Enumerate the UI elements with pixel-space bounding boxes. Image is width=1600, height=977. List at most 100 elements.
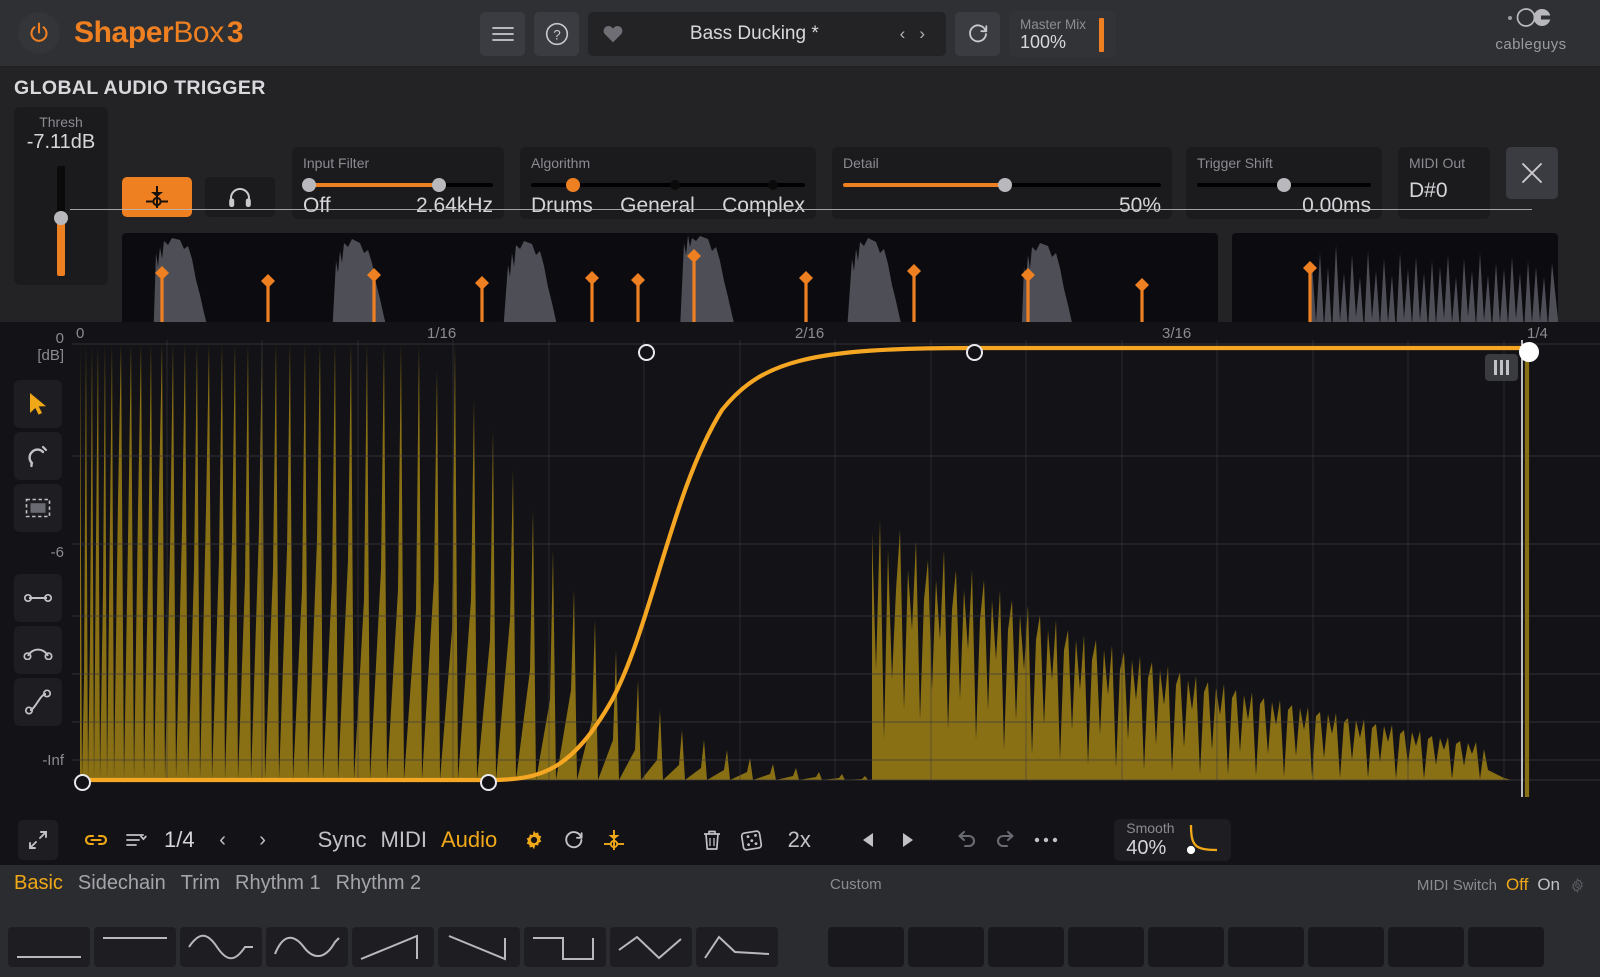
close-panel-button[interactable] (1506, 147, 1558, 199)
custom-slot-6[interactable] (1228, 927, 1304, 967)
marquee-tool[interactable] (14, 484, 62, 532)
threshold-fill (57, 220, 65, 276)
input-filter-low-knob[interactable] (302, 178, 316, 192)
preset-selector[interactable]: Bass Ducking * ‹ › (588, 12, 946, 56)
preset-name: Bass Ducking * (616, 23, 893, 45)
shape-flat-high-button[interactable] (94, 927, 176, 967)
tab-rhythm-1[interactable]: Rhythm 1 (235, 872, 321, 895)
algorithm-slider[interactable] (531, 177, 805, 191)
custom-slot-7[interactable] (1308, 927, 1384, 967)
envelope-graph-canvas[interactable]: 0 1/16 2/16 3/16 1/4 (72, 322, 1600, 815)
multiply-button[interactable]: 2x (772, 820, 826, 860)
expand-button[interactable] (18, 820, 58, 860)
tab-rhythm-2[interactable]: Rhythm 2 (336, 872, 422, 895)
gat-title: GLOBAL AUDIO TRIGGER (14, 77, 266, 100)
trigger-shift-slider[interactable] (1197, 177, 1371, 191)
shape-saw-decay-button[interactable] (696, 927, 778, 967)
midi-switch-on[interactable]: On (1537, 875, 1560, 895)
preset-prev-button[interactable]: ‹ (893, 24, 913, 44)
input-filter-high-knob[interactable] (432, 178, 446, 192)
custom-slot-1[interactable] (828, 927, 904, 967)
detail-slider[interactable] (843, 177, 1161, 191)
shape-ramp-down-button[interactable] (438, 927, 520, 967)
custom-slot-5[interactable] (1148, 927, 1224, 967)
custom-slot-8[interactable] (1388, 927, 1464, 967)
tab-sidechain[interactable]: Sidechain (78, 872, 166, 895)
help-button[interactable]: ? (534, 12, 579, 56)
master-mix-control[interactable]: Master Mix 100% (1009, 11, 1116, 57)
undo-button[interactable] (946, 820, 986, 860)
rate-prev-button[interactable]: ‹ (203, 820, 243, 860)
algorithm-option-complex[interactable]: Complex (722, 194, 805, 218)
play-reverse-button[interactable] (848, 820, 888, 860)
pointer-tool[interactable] (14, 380, 62, 428)
shape-flat-high-icon (99, 932, 171, 962)
curve-node-1[interactable] (638, 344, 655, 361)
menu-button[interactable] (480, 12, 525, 56)
detail-knob[interactable] (998, 178, 1012, 192)
delete-button[interactable] (692, 820, 732, 860)
shape-ramp-up-button[interactable] (352, 927, 434, 967)
reload-preset-button[interactable] (955, 12, 1000, 56)
randomize-button[interactable] (732, 820, 772, 860)
threshold-control[interactable]: Thresh -7.11dB (14, 107, 108, 285)
tab-basic[interactable]: Basic (14, 872, 63, 895)
custom-slot-4[interactable] (1068, 927, 1144, 967)
power-button[interactable] (18, 12, 60, 54)
drag-handle[interactable] (1485, 354, 1518, 381)
y-axis-bottom-label: -Inf (42, 752, 64, 769)
sidechain-toggle-button[interactable] (122, 177, 192, 217)
gear-icon[interactable] (1569, 877, 1586, 894)
algorithm-knob-drums[interactable] (566, 178, 580, 192)
shape-preset-row: Basic Sidechain Trim Rhythm 1 Rhythm 2 C… (0, 865, 1600, 977)
shape-flat-low-button[interactable] (8, 927, 90, 967)
link-button[interactable] (76, 820, 116, 860)
threshold-knob[interactable] (54, 211, 68, 225)
tool-rail: 0 [dB] -6 (0, 322, 72, 865)
shape-square-button[interactable] (524, 927, 606, 967)
shape-triangle-button[interactable] (610, 927, 692, 967)
midi-switch-off[interactable]: Off (1506, 875, 1528, 895)
curve-node-end[interactable] (1519, 342, 1539, 362)
shape-sine-inverted-button[interactable] (266, 927, 348, 967)
trigger-shift-knob[interactable] (1277, 178, 1291, 192)
headphones-icon (227, 184, 253, 210)
more-options-button[interactable] (1026, 820, 1066, 860)
algorithm-option-general[interactable]: General (620, 194, 695, 218)
algorithm-option-drums[interactable]: Drums (531, 194, 593, 218)
custom-slot-9[interactable] (1468, 927, 1544, 967)
curve-node-3[interactable] (480, 774, 497, 791)
settings-button[interactable] (514, 820, 554, 860)
master-mix-value: 100% (1020, 32, 1086, 53)
shape-saw-decay-icon (701, 932, 773, 962)
algorithm-dot-complex[interactable] (768, 180, 778, 190)
input-filter-slider[interactable] (303, 177, 493, 191)
smooth-control[interactable]: Smooth 40% (1114, 819, 1230, 861)
rate-value[interactable]: 1/4 (156, 827, 203, 853)
play-forward-button[interactable] (888, 820, 928, 860)
rate-list-button[interactable] (116, 820, 156, 860)
magnet-tool[interactable] (14, 432, 62, 480)
tab-trim[interactable]: Trim (181, 872, 220, 895)
scurve-tool[interactable] (14, 678, 62, 726)
algorithm-dot-general[interactable] (670, 180, 680, 190)
curve-node-start[interactable] (74, 774, 91, 791)
threshold-slider[interactable] (57, 166, 65, 276)
mode-midi-button[interactable]: MIDI (374, 820, 434, 860)
mode-audio-button[interactable]: Audio (434, 820, 504, 860)
rate-next-button[interactable]: › (243, 820, 283, 860)
headphones-monitor-button[interactable] (205, 177, 275, 217)
redo-button[interactable] (986, 820, 1026, 860)
smooth-curve-icon[interactable] (1181, 822, 1221, 858)
trigger-button[interactable] (594, 820, 634, 860)
custom-slot-3[interactable] (988, 927, 1064, 967)
shape-sine-button[interactable] (180, 927, 262, 967)
mode-sync-button[interactable]: Sync (311, 820, 374, 860)
preset-next-button[interactable]: › (912, 24, 932, 44)
master-mix-bar[interactable] (1099, 18, 1104, 52)
line-tool[interactable] (14, 574, 62, 622)
custom-slot-2[interactable] (908, 927, 984, 967)
arc-tool[interactable] (14, 626, 62, 674)
curve-node-2[interactable] (966, 344, 983, 361)
loop-button[interactable] (554, 820, 594, 860)
